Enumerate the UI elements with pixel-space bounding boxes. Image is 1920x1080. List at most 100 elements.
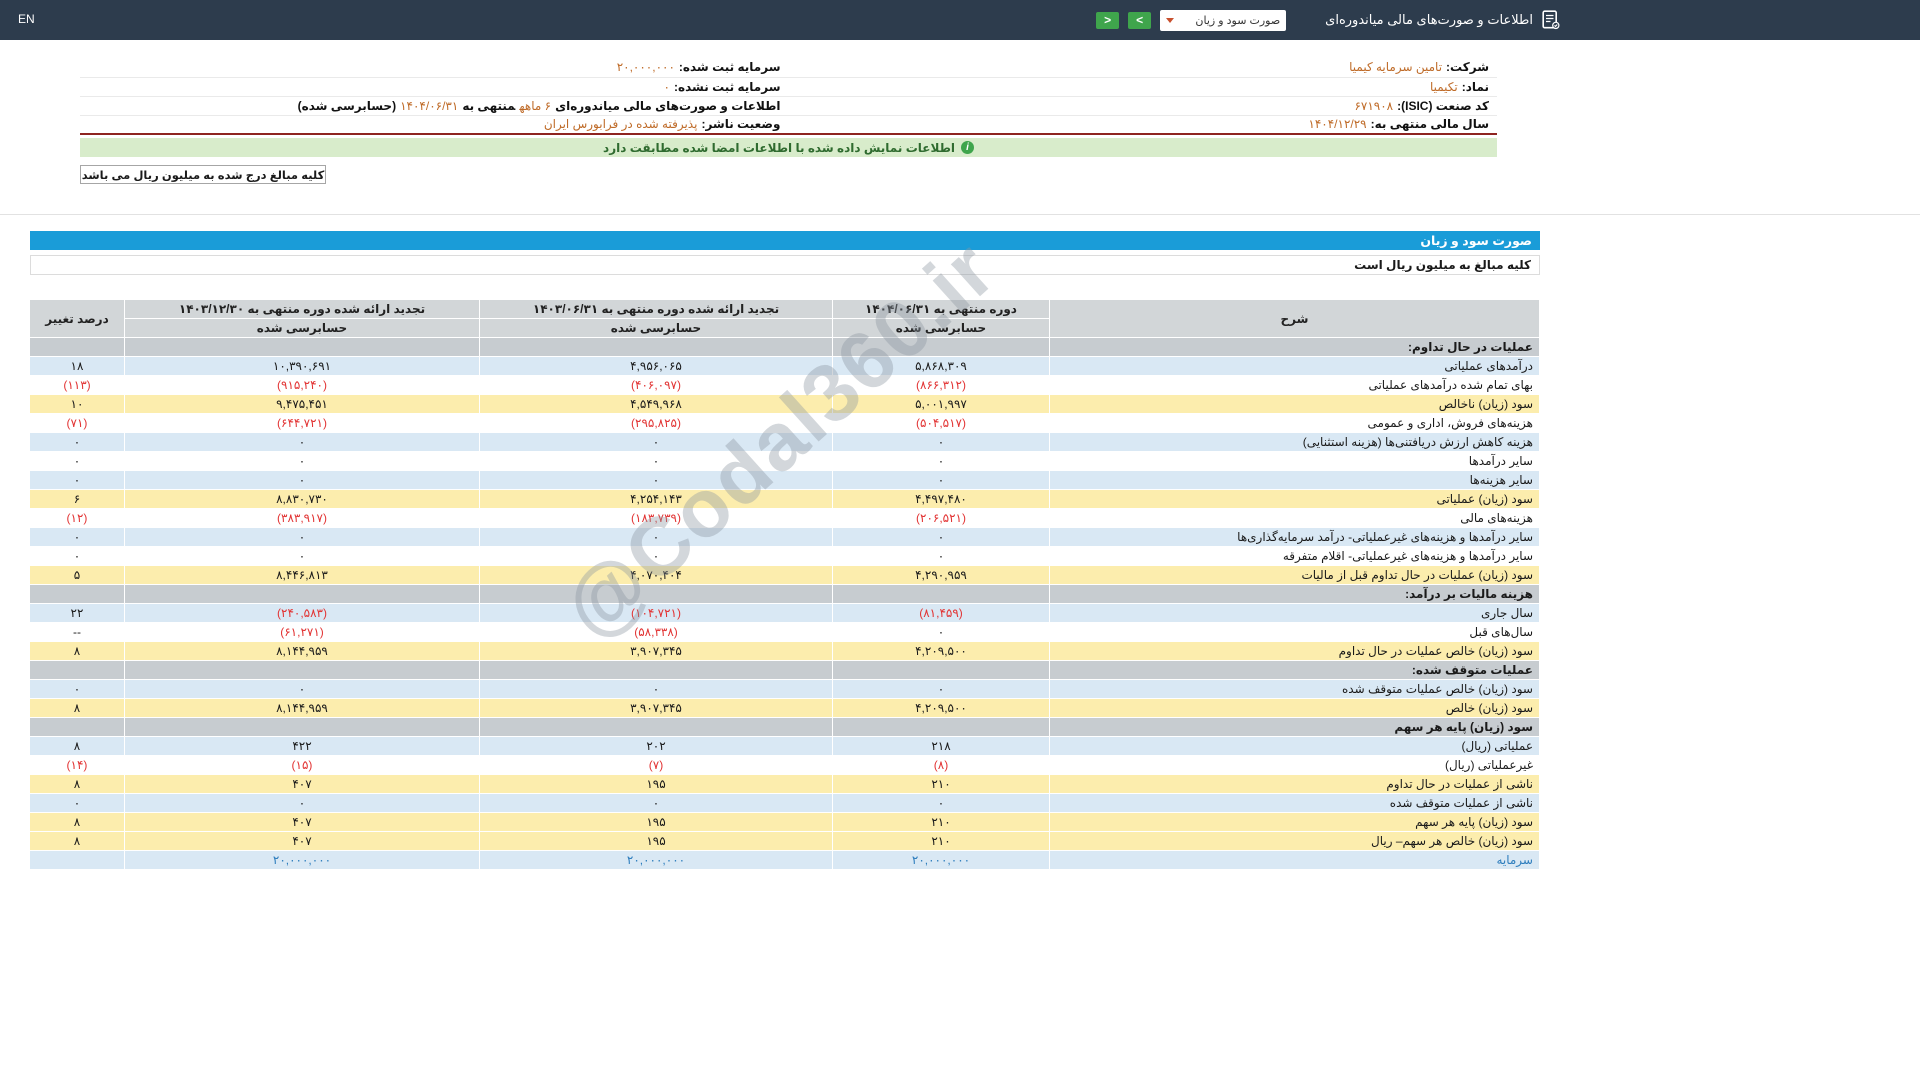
report-type-select[interactable]: صورت سود و زیان <box>1160 9 1287 31</box>
row-label: هزینه کاهش ارزش دریافتنی‌ها (هزینه استثن… <box>1049 432 1540 452</box>
statement-table-header: شرح دوره منتهی به ۱۴۰۴/۰۶/۳۱ تجدید ارائه… <box>30 299 1540 338</box>
period-value: ۰ <box>124 527 480 547</box>
info-value: تکیمیا <box>1429 79 1458 94</box>
period-value: ۰ <box>832 451 1050 471</box>
period-value: (۲۹۵,۸۲۵) <box>479 413 833 433</box>
period-value: ۰ <box>832 679 1050 699</box>
percent-change-value: ۰ <box>30 432 125 452</box>
period-value: (۲۴۰,۵۸۳) <box>124 603 480 623</box>
row-label: سایر درآمدها و هزینه‌های غیرعملیاتی- درآ… <box>1049 527 1540 547</box>
period-value <box>832 717 1050 737</box>
prev-report-button[interactable]: < <box>1096 11 1120 29</box>
period-value: ۱۹۵ <box>479 812 833 832</box>
info-value: ۱۴۰۴/۱۲/۲۹ <box>1308 117 1367 132</box>
row-label: ناشی از عملیات در حال تداوم <box>1049 774 1540 794</box>
row-label: سایر درآمدها <box>1049 451 1540 471</box>
period-value: (۱۰۴,۷۲۱) <box>479 603 833 623</box>
period-value <box>479 337 833 357</box>
period-value: (۱۸۳,۷۳۹) <box>479 508 833 528</box>
report-document-icon <box>1542 10 1560 30</box>
period-value: (۸۶۶,۳۱۲) <box>832 375 1050 395</box>
period-value: ۹,۴۷۵,۴۵۱ <box>124 394 480 414</box>
info-value: تامین سرمایه کیمیا <box>1349 60 1443 75</box>
period-value[interactable]: ۲۰,۰۰۰,۰۰۰ <box>832 850 1050 870</box>
period-value: ۰ <box>479 527 833 547</box>
info-value: ۱۴۰۴/۰۶/۳۱ <box>400 98 459 113</box>
period-value <box>832 584 1050 604</box>
percent-change-value: ۸ <box>30 831 125 851</box>
statement-unit-row: کلیه مبالغ به میلیون ریال است <box>30 255 1540 275</box>
col-subheader-audited-2: حسابرسی شده <box>479 318 833 338</box>
row-label: عملیات متوقف شده: <box>1049 660 1540 680</box>
row-label: درآمدهای عملیاتی <box>1049 356 1540 376</box>
percent-change-value <box>30 660 125 680</box>
row-label: سایر هزینه‌ها <box>1049 470 1540 490</box>
statement-row: سال‌های قبل ۰ (۵۸,۳۳۸) (۶۱,۲۷۱) -- <box>30 622 1540 642</box>
period-value: (۸) <box>832 755 1050 775</box>
statement-row: سرمایه ۲۰,۰۰۰,۰۰۰ ۲۰,۰۰۰,۰۰۰ ۲۰,۰۰۰,۰۰۰ <box>30 850 1540 870</box>
period-value: (۸۱,۴۵۹) <box>832 603 1050 623</box>
info-label: نماد: <box>1461 79 1489 94</box>
language-toggle-en[interactable]: EN <box>18 12 35 26</box>
signed-info-banner: i اطلاعات نمایش داده شده با اطلاعات امضا… <box>80 138 1497 157</box>
percent-change-value <box>30 584 125 604</box>
percent-change-value: ۸ <box>30 774 125 794</box>
signed-banner-text: اطلاعات نمایش داده شده با اطلاعات امضا ش… <box>603 140 955 155</box>
period-value: (۳۸۳,۹۱۷) <box>124 508 480 528</box>
percent-change-value: ۰ <box>30 451 125 471</box>
col-subheader-audited-1: حسابرسی شده <box>832 318 1050 338</box>
period-value: ۰ <box>124 470 480 490</box>
statement-row: عملیاتی (ریال) ۲۱۸ ۲۰۲ ۴۲۲ ۸ <box>30 736 1540 756</box>
period-value <box>832 660 1050 680</box>
period-value: ۵,۸۶۸,۳۰۹ <box>832 356 1050 376</box>
period-value <box>479 660 833 680</box>
statement-row: سود (زیان) ناخالص ۵,۰۰۱,۹۹۷ ۴,۵۴۹,۹۶۸ ۹,۴۷۵… <box>30 394 1540 414</box>
period-value: (۵۸,۳۳۸) <box>479 622 833 642</box>
period-value: (۶۴۴,۷۲۱) <box>124 413 480 433</box>
period-value <box>479 717 833 737</box>
row-label: بهای تمام شده درآمدهای عملیاتی <box>1049 375 1540 395</box>
statement-row: درآمدهای عملیاتی ۵,۸۶۸,۳۰۹ ۴,۹۵۶,۰۶۵ ۱۰,۳۹۰… <box>30 356 1540 376</box>
period-value: ۴,۵۴۹,۹۶۸ <box>479 394 833 414</box>
company-info-row: شرکت:تامین سرمایه کیمیا سرمایه ثبت شده:۲۰… <box>80 58 1497 77</box>
col-subheader-audited-3: حسابرسی شده <box>124 318 480 338</box>
statement-row: سود (زیان) عملیاتی ۴,۴۹۷,۴۸۰ ۴,۲۵۴,۱۴۳ ۸,۸۳… <box>30 489 1540 509</box>
info-label: سرمایه ثبت نشده: <box>674 79 781 94</box>
period-value: ۳,۹۰۷,۳۴۵ <box>479 698 833 718</box>
period-value <box>124 717 480 737</box>
next-report-button[interactable]: > <box>1128 11 1152 29</box>
period-value[interactable]: ۲۰,۰۰۰,۰۰۰ <box>479 850 833 870</box>
percent-change-value: ۱۸ <box>30 356 125 376</box>
statement-row: سایر درآمدها و هزینه‌های غیرعملیاتی- اقل… <box>30 546 1540 566</box>
statement-row: سال جاری (۸۱,۴۵۹) (۱۰۴,۷۲۱) (۲۴۰,۵۸۳) ۲۲ <box>30 603 1540 623</box>
percent-change-value: -- <box>30 622 125 642</box>
period-value: ۴۲۲ <box>124 736 480 756</box>
period-value: ۲۱۸ <box>832 736 1050 756</box>
row-label: سود (زیان) ناخالص <box>1049 394 1540 414</box>
period-value: ۰ <box>479 432 833 452</box>
period-value: ۲۱۰ <box>832 831 1050 851</box>
period-value: ۴,۲۹۰,۹۵۹ <box>832 565 1050 585</box>
period-value <box>832 337 1050 357</box>
statement-row: سود (زیان) خالص هر سهم– ریال ۲۱۰ ۱۹۵ ۴۰۷ ۸ <box>30 831 1540 851</box>
company-info-row: سال مالی منتهی به:۱۴۰۴/۱۲/۲۹ وضعیت ناشر:پ… <box>80 114 1497 134</box>
period-value: ۰ <box>479 451 833 471</box>
period-value: ۴,۴۹۷,۴۸۰ <box>832 489 1050 509</box>
percent-change-value[interactable] <box>30 850 125 870</box>
period-value: ۵,۰۰۱,۹۹۷ <box>832 394 1050 414</box>
period-value: ۰ <box>124 546 480 566</box>
percent-change-value: ۰ <box>30 527 125 547</box>
period-value: ۰ <box>832 527 1050 547</box>
percent-change-value: ۰ <box>30 546 125 566</box>
statement-tbody: عملیات در حال تداوم: درآمدهای عملیاتی ۵,۸۶… <box>30 337 1540 870</box>
period-value: ۱۹۵ <box>479 774 833 794</box>
percent-change-value: ۶ <box>30 489 125 509</box>
row-label: سال جاری <box>1049 603 1540 623</box>
percent-change-value: ۸ <box>30 698 125 718</box>
period-value: ۴۰۷ <box>124 774 480 794</box>
period-value: ۰ <box>124 793 480 813</box>
row-label: سود (زیان) پایه هر سهم <box>1049 812 1540 832</box>
period-value <box>124 660 480 680</box>
period-value[interactable]: ۲۰,۰۰۰,۰۰۰ <box>124 850 480 870</box>
statement-row: سود (زیان) خالص ۴,۲۰۹,۵۰۰ ۳,۹۰۷,۳۴۵ ۸,۱۴۴,۹… <box>30 698 1540 718</box>
